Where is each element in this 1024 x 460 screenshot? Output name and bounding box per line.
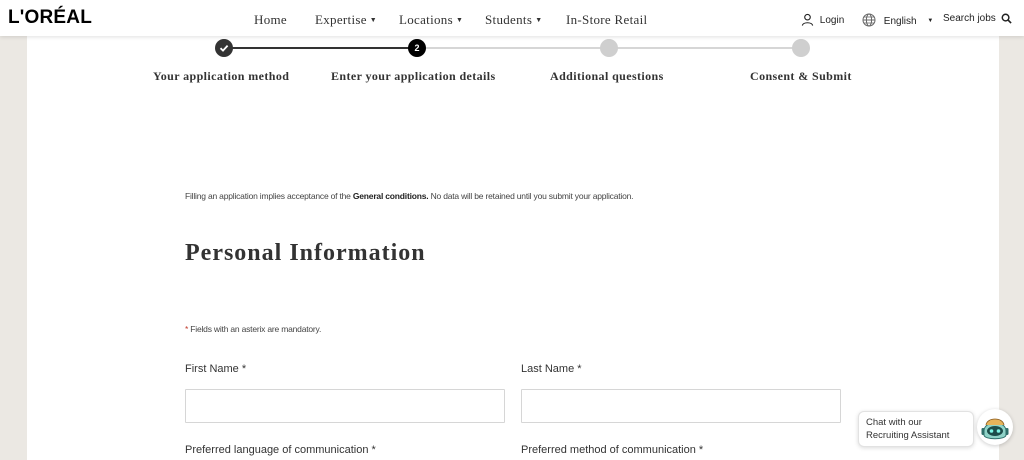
step-3-pending <box>600 39 618 57</box>
nav-item-students[interactable]: Students ▼ <box>485 12 542 28</box>
chat-prompt-line-2: Recruiting Assistant <box>866 430 950 441</box>
step-number: 2 <box>414 43 420 53</box>
login-link[interactable]: Login <box>801 13 844 26</box>
language-label: English <box>883 16 917 27</box>
step-connector <box>224 47 416 49</box>
preferred-language-label: Preferred language of communication * <box>185 444 376 456</box>
notice-suffix: No data will be retained until you submi… <box>428 191 634 201</box>
search-jobs-label: Search jobs <box>943 13 996 24</box>
step-connector <box>608 47 801 49</box>
check-icon <box>219 44 229 52</box>
step-label-application-details: Enter your application details <box>331 69 496 83</box>
user-icon <box>801 13 814 26</box>
loreal-logo[interactable]: L'ORÉAL <box>8 7 92 29</box>
top-navigation-bar: L'ORÉAL Home Expertise ▼ Locations ▼ Stude… <box>0 0 1024 36</box>
mandatory-text: Fields with an asterix are mandatory. <box>188 324 322 334</box>
general-conditions-link[interactable]: General conditions. <box>353 191 429 201</box>
nav-item-locations[interactable]: Locations ▼ <box>399 12 463 28</box>
nav-item-label: In-Store Retail <box>566 12 648 27</box>
last-name-label: Last Name * <box>521 363 582 375</box>
nav-item-in-store-retail[interactable]: In-Store Retail <box>566 12 647 28</box>
caret-down-icon: ▼ <box>369 16 378 24</box>
application-stepper: 2 Your application method Enter your app… <box>27 36 999 126</box>
first-name-input[interactable] <box>185 389 505 423</box>
first-name-label: First Name * <box>185 363 247 375</box>
caret-down-icon: ▼ <box>535 16 543 24</box>
preferred-method-label: Preferred method of communication * <box>521 444 704 456</box>
step-4-pending <box>792 39 810 57</box>
caret-down-icon: ▼ <box>455 16 464 24</box>
globe-icon <box>862 13 876 27</box>
step-1-complete <box>215 39 233 57</box>
conditions-notice: Filling an application implies acceptanc… <box>185 191 633 201</box>
step-2-current: 2 <box>408 39 426 57</box>
notice-prefix: Filling an application implies acceptanc… <box>185 191 353 201</box>
step-label-consent-submit: Consent & Submit <box>750 69 852 83</box>
section-title: Personal Information <box>185 240 426 266</box>
mandatory-fields-note: * Fields with an asterix are mandatory. <box>185 324 321 334</box>
step-label-application-method: Your application method <box>153 69 290 83</box>
search-jobs-button[interactable]: Search jobs <box>943 13 1012 24</box>
assistant-robot-icon <box>978 410 1012 444</box>
last-name-input[interactable] <box>521 389 841 423</box>
nav-item-expertise[interactable]: Expertise ▼ <box>315 12 377 28</box>
nav-item-label: Home <box>254 12 287 27</box>
caret-down-icon: ▼ <box>927 18 934 24</box>
nav-item-label: Expertise <box>315 12 367 27</box>
language-selector[interactable]: English ▼ <box>862 13 933 27</box>
chat-prompt-bubble[interactable]: Chat with our Recruiting Assistant <box>858 411 974 447</box>
nav-item-label: Students <box>485 12 533 27</box>
nav-item-label: Locations <box>399 12 453 27</box>
chat-prompt-line-1: Chat with our <box>866 417 922 428</box>
step-label-additional-questions: Additional questions <box>550 69 664 83</box>
search-icon <box>1001 13 1012 24</box>
step-connector <box>416 47 608 49</box>
login-label: Login <box>819 15 845 26</box>
recruiting-assistant-avatar[interactable] <box>977 409 1013 445</box>
nav-item-home[interactable]: Home <box>254 12 287 28</box>
application-form-card: 2 Your application method Enter your app… <box>27 36 999 460</box>
